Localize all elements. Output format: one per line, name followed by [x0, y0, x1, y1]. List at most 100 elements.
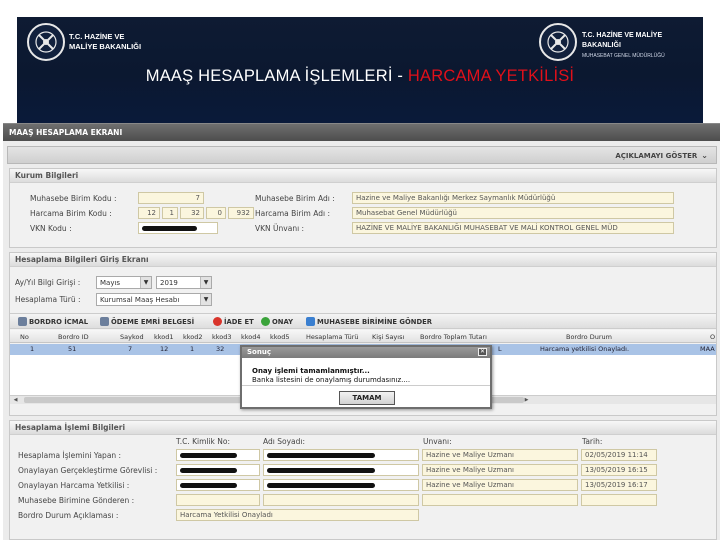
- scroll-right-icon[interactable]: ▶: [522, 396, 531, 404]
- send-arrow-icon: [306, 317, 315, 326]
- ay-select[interactable]: Mayıs ▼: [96, 276, 152, 289]
- cell-no: 1: [30, 345, 35, 353]
- return-icon: [213, 317, 222, 326]
- dialog-title: Sonuç: [242, 347, 490, 358]
- islem-row-3-ad: [263, 479, 419, 491]
- dialog-divider: [242, 385, 490, 386]
- islem-row-2-ad: [263, 464, 419, 476]
- app-content: AÇIKLAMAYI GÖSTER ⌄ Kurum Bilgileri Muhas…: [7, 146, 717, 540]
- vkn-unvani-label: VKN Ünvanı :: [255, 224, 305, 233]
- islem-row-1-label: Hesaplama İşlemini Yapan :: [18, 451, 122, 460]
- harcama-adi-field: Muhasebat Genel Müdürlüğü: [352, 207, 674, 219]
- onay-button[interactable]: ONAY: [261, 317, 293, 326]
- cell-kkod2: 1: [190, 345, 195, 353]
- col-kkod2[interactable]: kkod2: [183, 333, 203, 341]
- slide-title-accent: HARCAMA YETKİLİSİ: [407, 67, 575, 85]
- islem-row-4-tc: [176, 494, 260, 506]
- cell-o: MAA: [700, 345, 715, 353]
- bordro-icmal-button[interactable]: BORDRO İCMAL: [18, 317, 88, 326]
- window-title: MAAŞ HESAPLAMA EKRANI: [3, 124, 720, 141]
- slide-header: T.C. HAZİNE VE MALİYE BAKANLIĞI T.C. HAZ…: [17, 17, 703, 123]
- dialog-message-line-1: Onay işlemi tamamlanmıştır...: [252, 367, 370, 375]
- bordro-aciklama-field: Harcama Yetkilisi Onayladı: [176, 509, 419, 521]
- chevron-down-icon[interactable]: ▼: [140, 277, 151, 288]
- col-saykod[interactable]: Saykod: [120, 333, 144, 341]
- logo-left-text: T.C. HAZİNE VE MALİYE BAKANLIĞI: [69, 32, 142, 51]
- harcama-kodu-part-1: 12: [138, 207, 160, 219]
- iade-et-button[interactable]: İADE ET: [213, 317, 254, 326]
- muhasebe-adi-label: Muhasebe Birim Adı :: [255, 194, 335, 203]
- col-kkod1[interactable]: kkod1: [154, 333, 174, 341]
- islem-row-2-label: Onaylayan Gerçekleştirme Görevlisi :: [18, 466, 158, 475]
- bordro-toolbar: BORDRO İCMAL ÖDEME EMRİ BELGESİ İADE ET …: [10, 313, 716, 329]
- islem-row-2-unvan: Hazine ve Maliye Uzmanı: [422, 464, 578, 476]
- ministry-seal-right-icon: [539, 23, 577, 61]
- col-ad-label: Adı Soyadı:: [263, 437, 305, 446]
- islem-row-3-tc: [176, 479, 260, 491]
- col-bordro-id[interactable]: Bordro ID: [58, 333, 89, 341]
- hesaplama-turu-select[interactable]: Kurumsal Maaş Hesabı ▼: [96, 293, 212, 306]
- islem-row-4-ad: [263, 494, 419, 506]
- islem-row-2-tarih: 13/05/2019 16:15: [581, 464, 657, 476]
- col-bordro-durum[interactable]: Bordro Durum: [566, 333, 612, 341]
- cell-kkod1: 12: [160, 345, 169, 353]
- chevron-down-icon[interactable]: ⌄: [701, 151, 708, 160]
- muhasebe-gonder-button[interactable]: MUHASEBE BİRİMİNE GÖNDER: [306, 317, 432, 326]
- islem-row-4-tarih: [581, 494, 657, 506]
- vkn-kodu-field-redacted: [138, 222, 218, 234]
- islem-row-3-label: Onaylayan Harcama Yetkilisi :: [18, 481, 130, 490]
- hesaplama-panel-title: Hesaplama Bilgileri Giriş Ekranı: [10, 253, 716, 267]
- hesaplama-turu-value: Kurumsal Maaş Hesabı: [100, 296, 180, 304]
- app-window: MAAŞ HESAPLAMA EKRANI AÇIKLAMAYI GÖSTER ⌄…: [3, 123, 720, 540]
- kurum-panel-title: Kurum Bilgileri: [10, 169, 716, 183]
- yil-select-value: 2019: [160, 279, 178, 287]
- islem-row-3-unvan: Hazine ve Maliye Uzmanı: [422, 479, 578, 491]
- kurum-panel: Kurum Bilgileri Muhasebe Birim Kodu : 7 …: [9, 168, 717, 248]
- harcama-kodu-part-4: 0: [206, 207, 226, 219]
- harcama-adi-label: Harcama Birim Adı :: [255, 209, 330, 218]
- dialog-message-line-2: Banka listesini de onaylamış durumdasını…: [252, 376, 411, 384]
- aciklama-toggle-label[interactable]: AÇIKLAMAYI GÖSTER: [615, 152, 697, 160]
- slide-title: MAAŞ HESAPLAMA İŞLEMLERİ - HARCAMA YETKİ…: [17, 67, 703, 86]
- col-kkod4[interactable]: kkod4: [241, 333, 261, 341]
- islem-panel: Hesaplama İşlemi Bilgileri T.C. Kimlik N…: [9, 420, 717, 540]
- odeme-emri-button[interactable]: ÖDEME EMRİ BELGESİ: [100, 317, 194, 326]
- islem-row-2-tc: [176, 464, 260, 476]
- islem-row-1-tc: [176, 449, 260, 461]
- ministry-seal-icon: [27, 23, 65, 61]
- bordro-aciklama-label: Bordro Durum Açıklaması :: [18, 511, 119, 520]
- col-kkod3[interactable]: kkod3: [212, 333, 232, 341]
- tamam-button[interactable]: TAMAM: [339, 391, 395, 405]
- vkn-kodu-label: VKN Kodu :: [30, 224, 72, 233]
- islem-panel-title: Hesaplama İşlemi Bilgileri: [10, 421, 716, 435]
- islem-row-1-unvan: Hazine ve Maliye Uzmanı: [422, 449, 578, 461]
- col-hesaplama-turu[interactable]: Hesaplama Türü: [306, 333, 359, 341]
- col-kisi-sayisi[interactable]: Kişi Sayısı: [372, 333, 404, 341]
- col-kkod5[interactable]: kkod5: [270, 333, 290, 341]
- scroll-left-icon[interactable]: ◀: [11, 396, 20, 404]
- muhasebe-kodu-field: 7: [138, 192, 204, 204]
- cell-saykod: 7: [128, 345, 133, 353]
- col-bordro-toplam[interactable]: Bordro Toplam Tutarı: [420, 333, 487, 341]
- slide-title-main: MAAŞ HESAPLAMA İŞLEMLERİ -: [145, 67, 408, 85]
- ay-select-value: Mayıs: [100, 279, 121, 287]
- harcama-kodu-part-3: 32: [180, 207, 204, 219]
- harcama-kodu-label: Harcama Birim Kodu :: [30, 209, 112, 218]
- chevron-down-icon[interactable]: ▼: [200, 277, 211, 288]
- col-unvan-label: Unvanı:: [423, 437, 452, 446]
- ay-yil-label: Ay/Yıl Bilgi Girişi :: [15, 278, 81, 287]
- col-o[interactable]: O: [710, 333, 715, 341]
- islem-row-3-tarih: 13/05/2019 16:17: [581, 479, 657, 491]
- aciklama-toggle-bar[interactable]: AÇIKLAMAYI GÖSTER ⌄: [7, 146, 717, 164]
- document-icon: [100, 317, 109, 326]
- islem-row-1-tarih: 02/05/2019 11:14: [581, 449, 657, 461]
- chevron-down-icon[interactable]: ▼: [200, 294, 211, 305]
- logo-right-text: T.C. HAZİNE VE MALİYE BAKANLIĞI MUHASEBA…: [582, 32, 665, 59]
- islem-row-1-ad: [263, 449, 419, 461]
- close-icon[interactable]: ✕: [478, 348, 487, 356]
- col-no[interactable]: No: [20, 333, 29, 341]
- yil-select[interactable]: 2019 ▼: [156, 276, 212, 289]
- muhasebe-kodu-label: Muhasebe Birim Kodu :: [30, 194, 117, 203]
- cell-bordro-durum: Harcama yetkilisi Onayladı.: [540, 345, 630, 353]
- col-tarih-label: Tarih:: [582, 437, 603, 446]
